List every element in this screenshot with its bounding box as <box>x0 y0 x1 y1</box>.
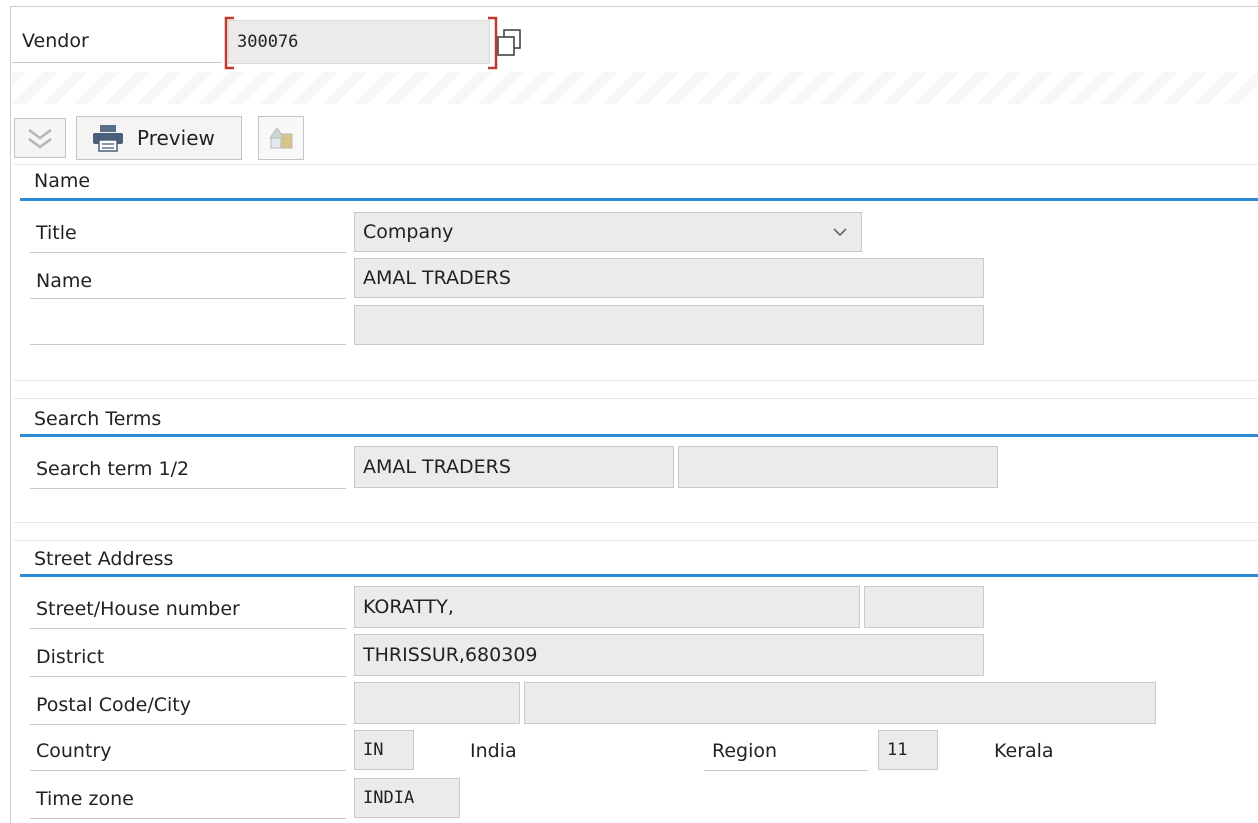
timezone-label: Time zone <box>36 788 134 810</box>
name-label-line <box>30 298 346 299</box>
country-label-line <box>30 770 346 771</box>
house-number-input[interactable] <box>864 586 984 628</box>
title-label-line <box>30 252 346 253</box>
postal-city-label-line <box>30 724 346 725</box>
name2-input[interactable] <box>354 305 984 345</box>
title-label: Title <box>36 222 77 244</box>
vendor-label: Vendor <box>22 30 89 52</box>
district-label: District <box>36 646 105 668</box>
search-section-rule <box>20 434 1258 437</box>
title-select[interactable]: Company <box>354 212 862 252</box>
document-change-icon <box>269 127 293 149</box>
value-help-icon[interactable] <box>496 28 524 58</box>
address-section-top-border <box>14 540 1258 541</box>
focus-bracket-icon <box>224 16 498 70</box>
address-section-rule <box>20 574 1258 577</box>
postal-city-label: Postal Code/City <box>36 694 191 716</box>
timezone-input[interactable]: INDIA <box>354 778 460 818</box>
printer-icon <box>93 125 123 152</box>
search-section-bottom-border <box>14 522 1258 523</box>
change-document-button[interactable] <box>258 116 304 160</box>
street-input[interactable]: KORATTY, <box>354 586 860 628</box>
address-section-title: Street Address <box>34 548 174 570</box>
search-section-title: Search Terms <box>34 408 162 430</box>
city-input[interactable] <box>524 682 1156 724</box>
name-input[interactable]: AMAL TRADERS <box>354 258 984 298</box>
name-section-bottom-border <box>14 380 1258 381</box>
search-section-top-border <box>14 398 1258 399</box>
region-name: Kerala <box>994 740 1054 762</box>
collapse-button[interactable] <box>14 118 66 158</box>
preview-button[interactable]: Preview <box>76 116 242 160</box>
name2-label-line <box>30 344 346 345</box>
header-stripe <box>12 72 1258 104</box>
postal-code-input[interactable] <box>354 682 520 724</box>
title-select-value: Company <box>363 221 454 243</box>
district-label-line <box>30 676 346 677</box>
preview-button-label: Preview <box>137 126 215 150</box>
region-code-input[interactable]: 11 <box>878 730 938 770</box>
name-section-title: Name <box>34 170 91 192</box>
country-code-input[interactable]: IN <box>354 730 414 770</box>
country-name: India <box>470 740 517 762</box>
district-input[interactable]: THRISSUR,680309 <box>354 634 984 676</box>
street-label-line <box>30 628 346 629</box>
name-section-rule <box>20 198 1258 201</box>
search-term-label: Search term 1/2 <box>36 458 190 480</box>
region-label: Region <box>712 740 778 762</box>
double-chevron-down-icon <box>28 128 52 149</box>
timezone-label-line <box>30 818 346 819</box>
search-term-1-input[interactable]: AMAL TRADERS <box>354 446 674 488</box>
chevron-down-icon <box>833 228 847 237</box>
name-label: Name <box>36 270 93 292</box>
search-term-2-input[interactable] <box>678 446 998 488</box>
street-label: Street/House number <box>36 598 240 620</box>
region-label-line <box>704 770 868 771</box>
vendor-label-line <box>12 62 222 63</box>
country-label: Country <box>36 740 112 762</box>
name-section-top-border <box>14 164 1258 165</box>
search-term-label-line <box>30 488 346 489</box>
